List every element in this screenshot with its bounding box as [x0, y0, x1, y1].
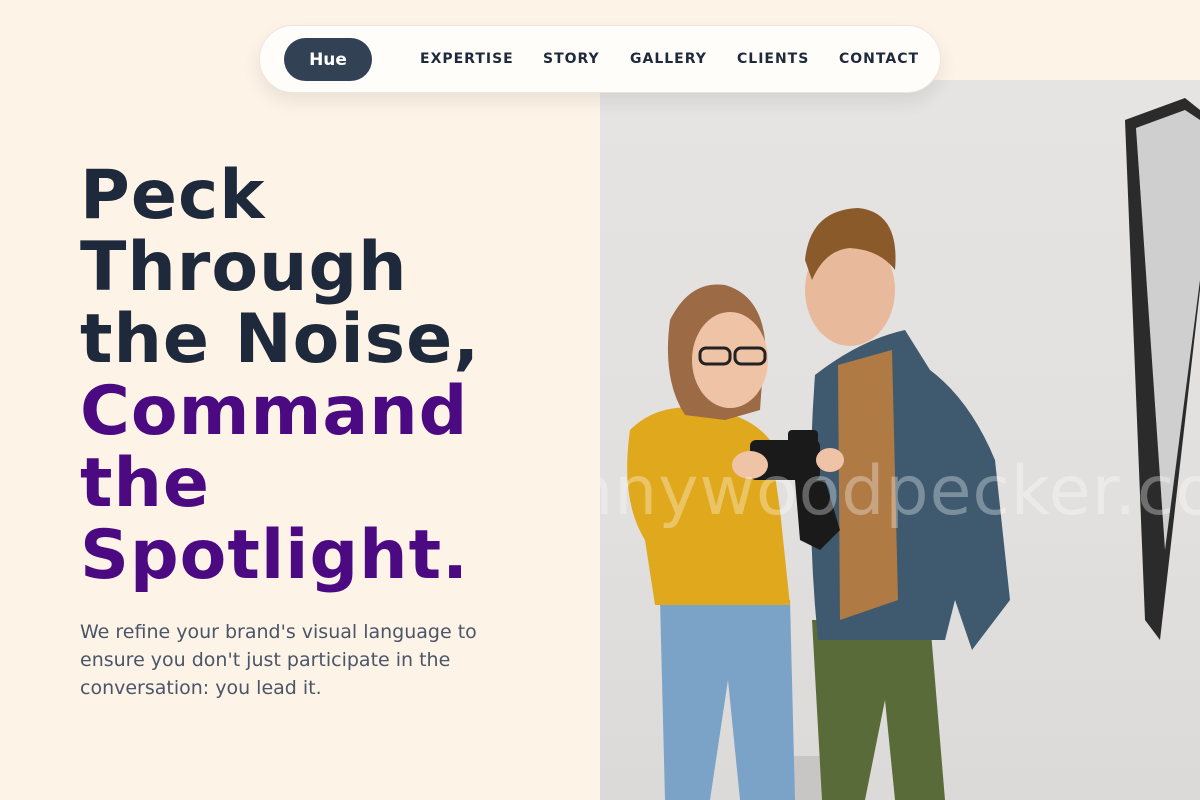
headline-accent-line: the: [80, 444, 211, 523]
hero-image: nnywoodpecker.co: [600, 80, 1200, 800]
nav-links: EXPERTISE STORY GALLERY CLIENTS CONTACT: [260, 26, 942, 94]
nav-link-clients[interactable]: CLIENTS: [737, 51, 809, 67]
nav-link-story[interactable]: STORY: [543, 51, 600, 67]
nav-link-contact[interactable]: CONTACT: [839, 51, 919, 67]
headline-line: the Noise,: [80, 300, 481, 379]
hero-headline: Peck Through the Noise, Command the Spot…: [80, 160, 550, 592]
image-watermark: nnywoodpecker.co: [600, 452, 1200, 531]
nav-link-gallery[interactable]: GALLERY: [630, 51, 707, 67]
nav-link-expertise[interactable]: EXPERTISE: [420, 51, 514, 67]
hero-tagline: We refine your brand's visual language t…: [80, 621, 477, 699]
headline-line: Peck: [80, 156, 266, 235]
top-navbar: Hue EXPERTISE STORY GALLERY CLIENTS CONT…: [259, 25, 941, 93]
photographers-illustration: [627, 98, 1200, 800]
headline-accent-line: Command: [80, 372, 469, 451]
headline-accent-line: Spotlight.: [80, 516, 469, 595]
headline-line: Through: [80, 228, 408, 307]
